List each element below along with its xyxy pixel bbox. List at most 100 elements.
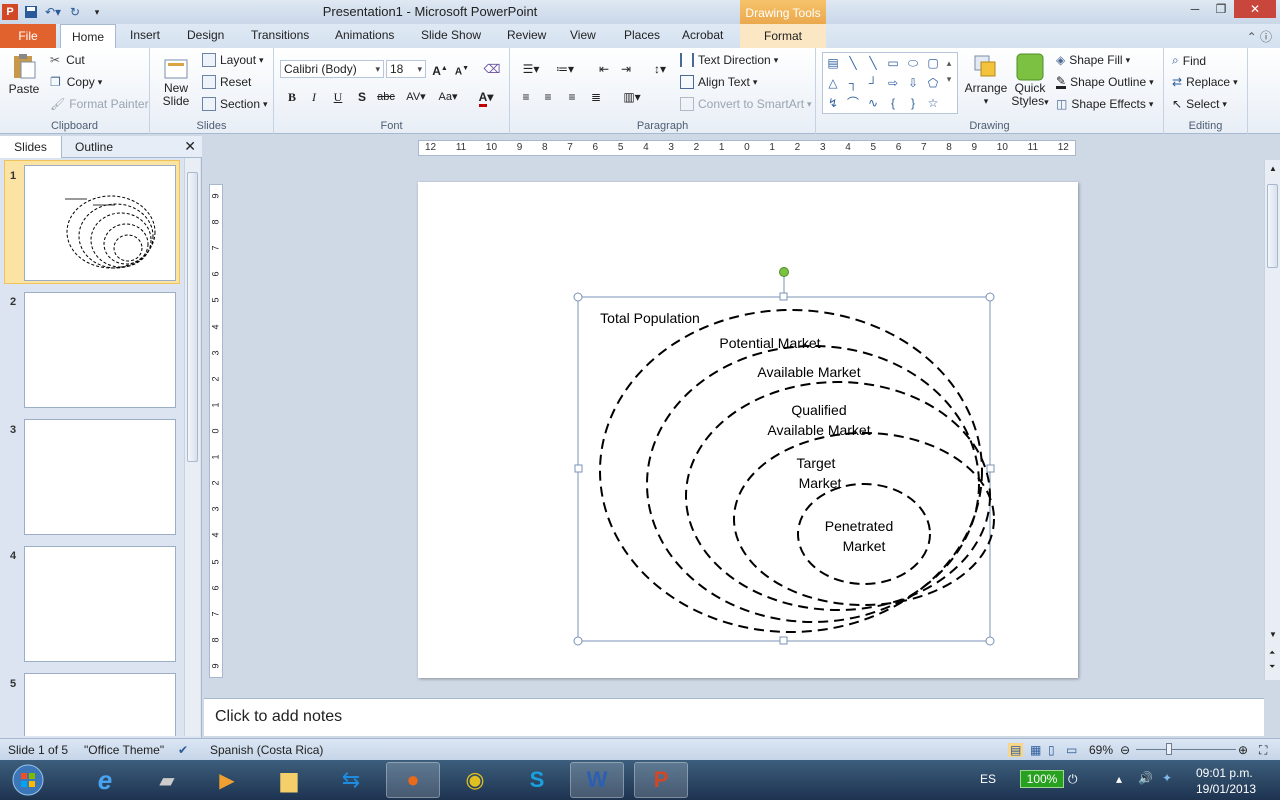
font-size-combo[interactable]: 18 — [386, 60, 426, 78]
paste-button[interactable]: Paste — [6, 52, 42, 96]
strikethrough-button[interactable]: abc — [376, 88, 396, 106]
tab-animations[interactable]: Animations — [335, 28, 394, 42]
total-population-ellipse[interactable] — [599, 309, 983, 633]
maximize-button[interactable]: ❐ — [1208, 0, 1234, 18]
tab-slides[interactable]: Slides — [0, 136, 62, 158]
grow-font-icon[interactable]: A▲ — [430, 60, 450, 78]
triangle-shape-icon[interactable]: △ — [825, 75, 841, 91]
down-arrow-shape-icon[interactable]: ⇩ — [905, 75, 921, 91]
battery-indicator[interactable]: 100% — [1020, 770, 1064, 788]
curved-arrow-icon[interactable]: ↯ — [825, 95, 841, 111]
text-direction-button[interactable]: Text Direction ▾ — [680, 53, 778, 67]
slide-thumbnail-3[interactable] — [24, 419, 176, 535]
shape-effects-button[interactable]: ◫ Shape Effects ▾ — [1056, 97, 1153, 111]
italic-button[interactable]: I — [304, 88, 324, 106]
internet-explorer-icon[interactable]: e — [78, 762, 132, 798]
character-spacing-button[interactable]: AV▾ — [402, 88, 430, 106]
resize-handle-tl[interactable] — [573, 292, 583, 302]
word-icon[interactable]: W — [570, 762, 624, 798]
teamviewer-icon[interactable]: ⇆ — [324, 762, 378, 798]
slide-sorter-icon[interactable]: ▦ — [1030, 743, 1041, 757]
power-plug-icon[interactable]: ⏻ — [1068, 772, 1078, 800]
volume-icon[interactable]: 🔊 — [1138, 771, 1153, 800]
close-pane-icon[interactable]: ✕ — [184, 138, 196, 155]
font-color-button[interactable]: A▾ — [472, 88, 500, 107]
justify-icon[interactable]: ≣ — [586, 88, 606, 106]
align-center-icon[interactable]: ≡ — [538, 88, 558, 106]
section-button[interactable]: Section ▾ — [202, 97, 268, 111]
tab-view[interactable]: View — [570, 28, 596, 42]
align-left-icon[interactable]: ≡ — [516, 88, 536, 106]
find-button[interactable]: ⌕ Find — [1172, 53, 1206, 68]
tab-acrobat[interactable]: Acrobat — [682, 28, 723, 42]
resize-handle-bl[interactable] — [573, 636, 583, 646]
bold-button[interactable]: B — [282, 88, 302, 106]
fit-to-window-icon[interactable]: ⛶ — [1259, 743, 1267, 758]
shrink-font-icon[interactable]: A▼ — [452, 60, 472, 78]
tab-insert[interactable]: Insert — [130, 28, 160, 42]
next-slide-icon[interactable]: ⏷ — [1269, 662, 1275, 672]
text-shadow-button[interactable]: S — [352, 88, 372, 106]
textbox-shape-icon[interactable]: ▤ — [825, 55, 841, 71]
oval-shape-icon[interactable]: ⬭ — [905, 55, 921, 71]
arc-shape-icon[interactable]: ⌒ — [845, 95, 861, 111]
tab-review[interactable]: Review — [507, 28, 546, 42]
language[interactable]: Spanish (Costa Rica) — [210, 743, 323, 757]
zoom-slider-thumb[interactable] — [1166, 743, 1172, 755]
app-icon-2[interactable]: ▰ — [140, 762, 194, 798]
reset-button[interactable]: Reset — [202, 75, 251, 89]
slideshow-view-icon[interactable]: ▭ — [1066, 743, 1077, 757]
slide-thumbnail-1[interactable] — [24, 165, 176, 281]
powerpoint-taskbar-icon[interactable]: P — [634, 762, 688, 798]
replace-button[interactable]: ⇄ Replace ▾ — [1172, 75, 1238, 89]
tab-file[interactable]: File — [0, 24, 56, 48]
slides-pane-scroll-thumb[interactable] — [187, 172, 198, 462]
scroll-down-icon[interactable]: ▼ — [1269, 630, 1277, 639]
reading-view-icon[interactable]: ▯ — [1048, 743, 1055, 757]
align-text-button[interactable]: Align Text ▾ — [680, 75, 757, 89]
left-brace-icon[interactable]: { — [885, 95, 901, 111]
resize-handle-top[interactable] — [779, 292, 788, 301]
shape-outline-button[interactable]: ✎ Shape Outline ▾ — [1056, 75, 1154, 89]
notes-pane[interactable]: Click to add notes — [204, 698, 1264, 736]
shapes-gallery[interactable]: ▤ ╲ ╲ ▭ ⬭ ▢ △ ┐ ┘ ⇨ ⇩ ⬠ ↯ ⌒ ∿ { } ☆ ▴ ▾ — [822, 52, 958, 114]
quick-styles-button[interactable]: Quick Styles▾ — [1010, 52, 1050, 109]
tab-home[interactable]: Home — [60, 24, 116, 49]
line-shape-icon[interactable]: ╲ — [845, 55, 861, 71]
main-scrollbar[interactable]: ▲ ▼ ⏶ ⏷ — [1264, 160, 1280, 680]
increase-indent-icon[interactable]: ⇥ — [616, 60, 636, 78]
arrange-button[interactable]: Arrange ▾ — [965, 52, 1007, 108]
firefox-icon[interactable]: ● — [386, 762, 440, 798]
tab-transitions[interactable]: Transitions — [251, 28, 309, 42]
skype-icon[interactable]: S — [510, 762, 564, 798]
select-button[interactable]: ↖ Select ▾ — [1172, 97, 1227, 111]
tab-design[interactable]: Design — [187, 28, 224, 42]
numbering-button[interactable]: ≔▾ — [550, 60, 580, 78]
slide-thumbnail-5[interactable] — [24, 673, 176, 736]
underline-button[interactable]: U — [328, 88, 348, 106]
market-diagram[interactable]: Total Population Potential Market Availa… — [418, 182, 1078, 678]
slide-canvas[interactable]: Total Population Potential Market Availa… — [418, 182, 1078, 678]
rectangle-shape-icon[interactable]: ▭ — [885, 55, 901, 71]
close-button[interactable]: ✕ — [1234, 0, 1276, 18]
cut-button[interactable]: ✂ Cut — [50, 53, 85, 67]
star-shape-icon[interactable]: ☆ — [925, 95, 941, 111]
convert-smartart-button[interactable]: Convert to SmartArt ▾ — [680, 97, 812, 111]
language-indicator[interactable]: ES — [980, 772, 996, 800]
theme-name[interactable]: "Office Theme" — [84, 743, 164, 757]
bullets-button[interactable]: ☰▾ — [516, 60, 546, 78]
resize-handle-tr[interactable] — [985, 292, 995, 302]
tab-format[interactable]: Format — [740, 24, 826, 48]
rotate-handle[interactable] — [779, 267, 789, 277]
slides-pane-scrollbar[interactable] — [184, 158, 200, 736]
gallery-more-icon[interactable]: ▴ ▾ — [943, 55, 955, 84]
resize-handle-bottom[interactable] — [779, 636, 788, 645]
slide-thumbnail-4[interactable] — [24, 546, 176, 662]
spellcheck-icon[interactable]: ✔ — [178, 743, 188, 757]
layout-button[interactable]: Layout ▾ — [202, 53, 264, 67]
columns-button[interactable]: ▥▾ — [618, 88, 646, 106]
previous-slide-icon[interactable]: ⏶ — [1269, 648, 1275, 658]
line-spacing-button[interactable]: ↕▾ — [646, 60, 674, 78]
right-arrow-shape-icon[interactable]: ⇨ — [885, 75, 901, 91]
resize-handle-br[interactable] — [985, 636, 995, 646]
